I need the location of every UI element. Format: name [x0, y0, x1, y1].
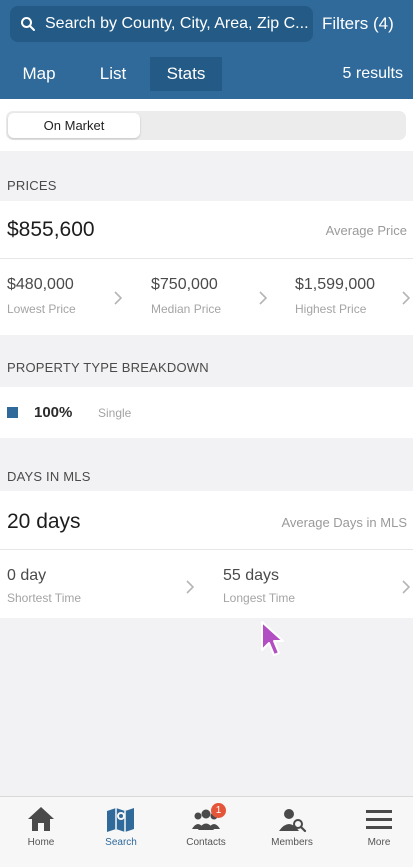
- chevron-right-icon: [402, 580, 410, 594]
- median-price-caption: Median Price: [151, 302, 222, 316]
- tab-home[interactable]: Home: [0, 797, 82, 867]
- results-count: 5 results: [342, 65, 403, 82]
- property-type-heading: PROPERTY TYPE BREAKDOWN: [0, 335, 413, 387]
- lowest-price-value: $480,000: [7, 276, 74, 293]
- single-type-label: Single: [98, 406, 132, 420]
- highest-price-caption: Highest Price: [295, 302, 367, 316]
- days-in-mls-heading: DAYS IN MLS: [0, 438, 413, 491]
- property-type-row: 100% Single: [0, 387, 413, 438]
- median-price-value: $750,000: [151, 276, 218, 293]
- search-icon: [21, 17, 35, 31]
- chevron-right-icon: [259, 291, 267, 305]
- chevron-right-icon: [186, 580, 194, 594]
- tab-search[interactable]: Search: [80, 797, 162, 867]
- filters-button[interactable]: Filters (4): [322, 14, 394, 34]
- longest-time-caption: Longest Time: [223, 591, 296, 605]
- tab-more-label: More: [367, 837, 391, 848]
- tab-contacts-label: Contacts: [186, 837, 226, 848]
- tab-members[interactable]: Members: [251, 797, 333, 867]
- app-header: Search by County, City, Area, Zip C... F…: [0, 0, 413, 99]
- members-icon: [279, 809, 307, 833]
- prices-heading: PRICES: [0, 151, 413, 201]
- map-search-icon: [107, 808, 134, 832]
- market-segment-control: On Market: [6, 111, 406, 140]
- segment-on-market[interactable]: On Market: [8, 113, 140, 138]
- chevron-right-icon: [402, 291, 410, 305]
- tab-more[interactable]: More: [338, 797, 413, 867]
- content-background: [0, 618, 413, 796]
- single-type-swatch: [7, 407, 18, 418]
- tab-map[interactable]: Map: [10, 57, 68, 91]
- bottom-tab-bar: Home Search 1 Contacts Members More: [0, 796, 413, 867]
- days-stats-row: 0 day Shortest Time 55 days Longest Time: [0, 550, 413, 618]
- average-days-caption: Average Days in MLS: [281, 515, 408, 530]
- shortest-time-caption: Shortest Time: [7, 591, 82, 605]
- single-type-percent: 100%: [34, 404, 73, 421]
- tab-home-label: Home: [27, 837, 55, 848]
- tab-search-label: Search: [105, 837, 137, 848]
- tab-stats[interactable]: Stats: [150, 57, 222, 91]
- menu-icon: [366, 810, 392, 829]
- mouse-cursor-icon: [261, 621, 284, 656]
- tab-members-label: Members: [271, 837, 313, 848]
- segment-option-2[interactable]: [142, 113, 272, 138]
- home-icon: [28, 807, 54, 831]
- tab-list[interactable]: List: [84, 57, 142, 91]
- lowest-price-caption: Lowest Price: [7, 302, 76, 316]
- tab-contacts[interactable]: 1 Contacts: [165, 797, 247, 867]
- average-price-caption: Average Price: [325, 223, 407, 238]
- price-stats-row: $480,000 Lowest Price $750,000 Median Pr…: [0, 259, 413, 335]
- shortest-time-value: 0 day: [7, 567, 47, 584]
- average-days-value: 20 days: [7, 510, 81, 533]
- average-price-value: $855,600: [7, 218, 95, 241]
- average-price-row: $855,600 Average Price: [0, 201, 413, 259]
- segment-option-3[interactable]: [274, 113, 404, 138]
- average-days-row: 20 days Average Days in MLS: [0, 491, 413, 550]
- longest-time-value: 55 days: [223, 567, 280, 584]
- chevron-right-icon: [114, 291, 122, 305]
- market-segment-bar: On Market: [0, 99, 413, 151]
- search-input[interactable]: Search by County, City, Area, Zip C...: [10, 6, 313, 42]
- search-placeholder: Search by County, City, Area, Zip C...: [45, 15, 309, 32]
- highest-price-value: $1,599,000: [295, 276, 376, 293]
- contacts-badge: 1: [211, 803, 226, 818]
